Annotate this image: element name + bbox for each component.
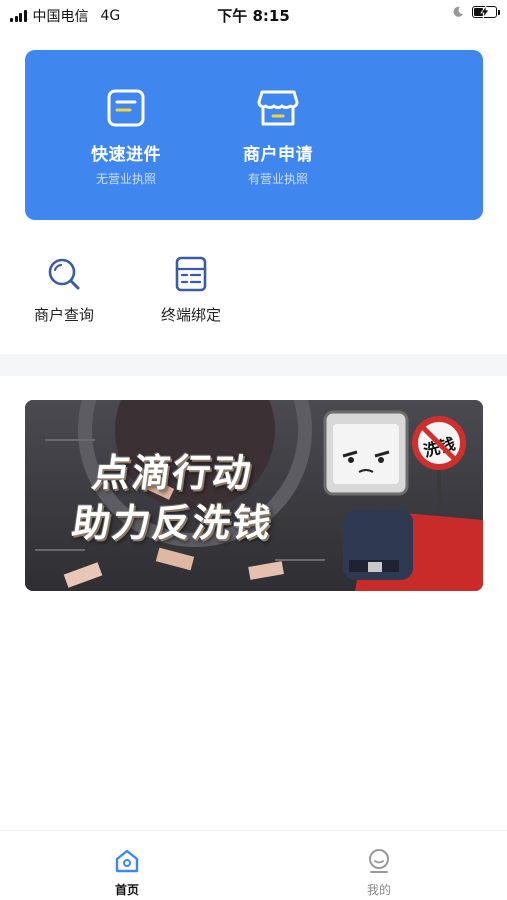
storefront-icon <box>257 90 299 126</box>
status-bar-right <box>452 6 500 18</box>
merchant-application-button[interactable]: 商户申请 有营业执照 <box>213 88 343 187</box>
banner-headline-1: 点滴行动 <box>89 451 256 495</box>
no-money-laundering-sign: 洗钱 <box>412 416 466 470</box>
status-time: 下午 8:15 <box>217 7 290 25</box>
quick-onboarding-subtitle: 无营业执照 <box>95 172 156 186</box>
primary-actions-card: 快速进件 无营业执照 商户申请 有营业执照 <box>25 50 483 220</box>
home-icon <box>115 849 139 873</box>
promo-banner[interactable]: 点滴行动 助力反洗钱 洗钱 <box>25 400 483 591</box>
banner-sign-text: 洗钱 <box>421 434 458 461</box>
moon-icon <box>453 6 463 17</box>
merchant-application-subtitle: 有营业执照 <box>247 172 308 186</box>
merchant-query-button[interactable]: 商户查询 <box>14 256 114 325</box>
bottom-tab-bar: 首页 我的 <box>0 830 507 900</box>
quick-onboarding-button[interactable]: 快速进件 无营业执照 <box>61 88 191 187</box>
terminal-binding-button[interactable]: 终端绑定 <box>141 256 241 325</box>
merchant-application-title: 商户申请 <box>243 145 313 165</box>
banner-headline-2: 助力反洗钱 <box>69 501 276 545</box>
search-icon <box>48 258 80 290</box>
calculator-icon <box>175 256 207 292</box>
status-bar: 中国电信 4G 下午 8:15 <box>0 0 507 28</box>
document-icon <box>107 89 145 127</box>
tab-home[interactable]: 首页 <box>87 847 167 898</box>
battery-icon <box>472 6 500 18</box>
tab-profile[interactable]: 我的 <box>339 847 419 898</box>
tab-home-label: 首页 <box>114 883 139 897</box>
tab-profile-label: 我的 <box>366 883 391 897</box>
terminal-binding-label: 终端绑定 <box>160 306 221 324</box>
profile-icon <box>369 849 389 873</box>
quick-onboarding-title: 快速进件 <box>91 145 161 165</box>
section-divider <box>0 354 507 376</box>
merchant-query-label: 商户查询 <box>33 306 94 324</box>
